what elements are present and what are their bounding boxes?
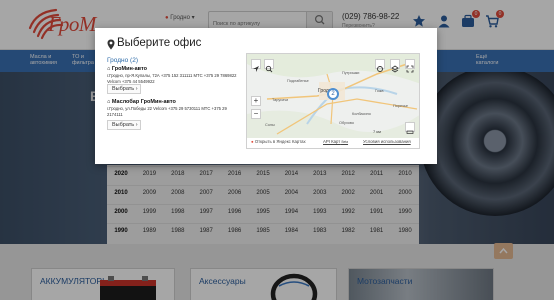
- api-maps-label: API Карт: [323, 139, 341, 144]
- ruler-icon: [406, 130, 414, 134]
- choose-button-label: Выбрать: [112, 122, 135, 128]
- chevron-right-icon: ›: [135, 122, 138, 128]
- yandex-pin-icon: ●: [251, 139, 254, 144]
- yandex-map[interactable]: Гродно Подлабенье Путришки Гожа Тарусичи…: [246, 53, 420, 149]
- navigation-arrow-icon: [253, 66, 259, 72]
- api-maps-suffix: Beta: [341, 140, 349, 144]
- map-ruler-button[interactable]: [405, 122, 415, 134]
- city-heading[interactable]: Гродно (2): [107, 57, 138, 64]
- choose-button-label: Выбрать: [112, 86, 135, 92]
- terms-of-use-link[interactable]: Условия использования: [363, 139, 411, 144]
- map-scale: 7 км: [373, 129, 381, 134]
- map-label: Поречье: [393, 104, 409, 108]
- search-icon: [265, 65, 273, 73]
- api-maps-link[interactable]: API Карт Beta: [323, 139, 348, 144]
- open-yandex-maps-label: Открыть в Яндекс Картах: [254, 139, 306, 144]
- map-label: Колбасино: [352, 112, 371, 116]
- choose-office-button[interactable]: Выбрать ›: [107, 84, 141, 94]
- map-zoom-out-button[interactable]: −: [251, 109, 261, 119]
- modal-title: Выберите офис: [117, 37, 202, 49]
- home-icon: ⌂: [107, 66, 111, 72]
- office-name-text: Маслобар ГроМин-авто: [111, 99, 176, 105]
- map-search-button[interactable]: [264, 59, 274, 73]
- expand-icon: [406, 65, 414, 73]
- office-name: ⌂ ГроМин-авто: [107, 66, 147, 72]
- office-address: г.Гродно, пр-Я.Купалы, 72А +375 152 3111…: [107, 73, 237, 84]
- home-icon: ⌂: [107, 99, 111, 105]
- map-label: Солы: [265, 123, 275, 127]
- map-label: Гожа: [375, 89, 384, 93]
- map-traffic-button[interactable]: [375, 59, 385, 72]
- location-pin-icon: [107, 39, 115, 50]
- open-yandex-maps-link[interactable]: ● Открыть в Яндекс Картах: [251, 139, 306, 144]
- office-name-text: ГроМин-авто: [111, 66, 147, 72]
- map-cluster-marker[interactable]: 2: [327, 88, 339, 100]
- map-label: Обухово: [339, 121, 354, 125]
- map-zoom-in-button[interactable]: +: [251, 96, 261, 106]
- office-name: ⌂ Маслобар ГроМин-авто: [107, 99, 176, 105]
- map-label: Тарусичи: [272, 98, 289, 102]
- map-label: Подлабенье: [287, 79, 309, 83]
- map-fullscreen-button[interactable]: [405, 59, 415, 73]
- layers-icon: [391, 65, 399, 73]
- chevron-right-icon: ›: [135, 86, 138, 92]
- office-address: г.Гродно, ул.Победы 22 Velcom +375 29 57…: [107, 106, 227, 117]
- office-select-modal: Выберите офис Гродно (2) ⌂ ГроМин-авто г…: [95, 28, 437, 164]
- map-geolocation-button[interactable]: [251, 59, 261, 72]
- map-footer: ● Открыть в Яндекс Картах API Карт Beta …: [247, 138, 419, 148]
- traffic-icon: [377, 66, 383, 72]
- map-label: Путришки: [342, 71, 360, 75]
- choose-office-button[interactable]: Выбрать ›: [107, 120, 141, 130]
- map-layers-button[interactable]: [390, 59, 400, 73]
